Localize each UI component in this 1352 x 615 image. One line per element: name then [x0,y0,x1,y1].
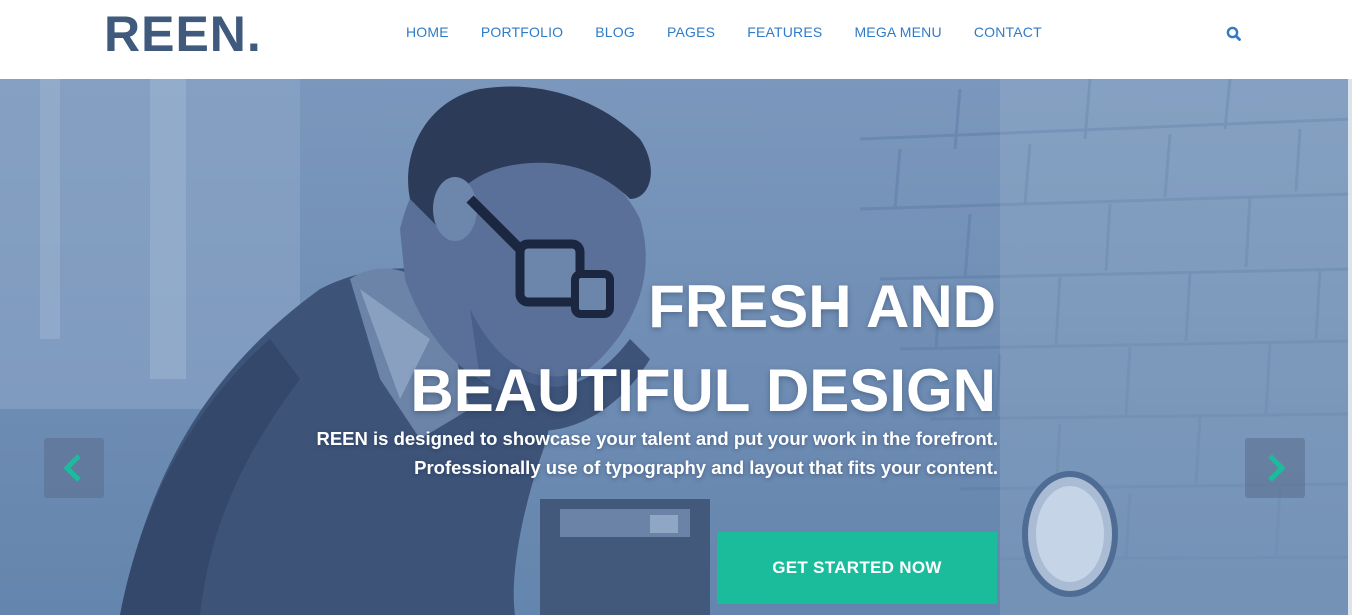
nav-contact[interactable]: CONTACT [958,22,1058,42]
hero-description-line-1: REEN is designed to showcase your talent… [316,428,998,449]
main-nav: HOME PORTFOLIO BLOG PAGES FEATURES MEGA … [390,22,1058,42]
hero-headline-line-1: FRESH AND [648,273,996,340]
nav-pages[interactable]: PAGES [651,22,731,42]
logo[interactable]: REEN. [104,9,262,59]
search-icon [1226,26,1241,41]
nav-home[interactable]: HOME [390,22,465,42]
nav-portfolio[interactable]: PORTFOLIO [465,22,579,42]
hero-description: REEN is designed to showcase your talent… [316,424,998,482]
site-header: REEN. HOME PORTFOLIO BLOG PAGES FEATURES… [0,0,1352,79]
hero-slider: FRESH AND BEAUTIFUL DESIGN REEN is desig… [0,79,1352,615]
hero-headline-line-2: BEAUTIFUL DESIGN [410,357,996,424]
nav-blog[interactable]: BLOG [579,22,651,42]
nav-features[interactable]: FEATURES [731,22,838,42]
chevron-right-icon [1268,454,1286,482]
hero-description-line-2: Professionally use of typography and lay… [414,457,998,478]
nav-mega-menu[interactable]: MEGA MENU [838,22,957,42]
search-button[interactable] [1224,24,1244,44]
slider-prev-button[interactable] [44,438,104,498]
get-started-button[interactable]: GET STARTED NOW [717,532,997,604]
hero-headline: FRESH AND BEAUTIFUL DESIGN [410,265,996,433]
slider-next-button[interactable] [1245,438,1305,498]
page-scrollbar[interactable] [1348,79,1352,615]
chevron-left-icon [63,454,81,482]
